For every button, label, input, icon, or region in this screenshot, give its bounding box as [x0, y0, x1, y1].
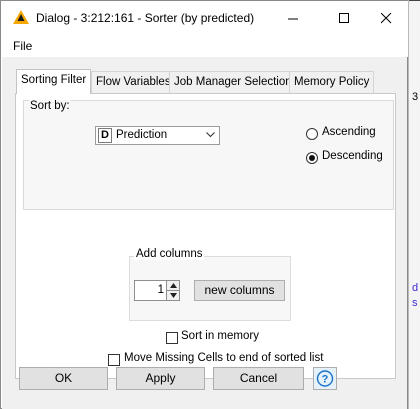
descending-label: Descending	[322, 150, 383, 162]
minimize-button[interactable]	[270, 1, 316, 35]
ascending-label: Ascending	[322, 126, 376, 138]
sort-column-value: Prediction	[116, 129, 168, 141]
knime-warning-icon	[13, 10, 29, 27]
background-text: 3	[412, 91, 419, 103]
maximize-button[interactable]	[321, 1, 367, 35]
ok-button[interactable]: OK	[19, 367, 108, 390]
move-missing-label: Move Missing Cells to end of sorted list	[124, 352, 324, 364]
menu-bar: File	[1, 35, 408, 57]
caret-down-icon	[170, 293, 177, 298]
background-link-text: s	[412, 297, 418, 309]
tab-panel-sorting-filter: Sort by: D Prediction Ascending Descendi…	[15, 93, 396, 379]
sort-by-group: Sort by: D Prediction Ascending Descendi…	[23, 100, 394, 210]
tab-memory-policy[interactable]: Memory Policy	[289, 71, 375, 93]
apply-button[interactable]: Apply	[116, 367, 205, 390]
help-icon: ?	[316, 370, 334, 387]
descending-radio[interactable]	[306, 152, 318, 164]
tab-job-manager-selection[interactable]: Job Manager Selection	[169, 71, 297, 93]
background-application	[408, 0, 420, 409]
menu-file[interactable]: File	[13, 39, 32, 53]
background-divider	[409, 0, 420, 1]
svg-text:?: ?	[322, 374, 329, 386]
cancel-button[interactable]: Cancel	[213, 367, 304, 390]
sort-column-select[interactable]: D Prediction	[95, 126, 220, 145]
dialog-window: Dialog - 3:212:161 - Sorter (by predicte…	[0, 0, 408, 409]
new-columns-button[interactable]: new columns	[194, 280, 285, 301]
help-button[interactable]: ?	[313, 367, 337, 390]
add-columns-title: Add columns	[134, 248, 205, 260]
move-missing-checkbox[interactable]	[108, 354, 120, 366]
sort-in-memory-checkbox[interactable]	[166, 332, 178, 344]
caret-up-icon	[170, 283, 177, 288]
title-bar[interactable]: Dialog - 3:212:161 - Sorter (by predicte…	[1, 1, 408, 35]
sort-in-memory-label: Sort in memory	[181, 330, 259, 342]
tab-sorting-filter[interactable]: Sorting Filter	[16, 69, 92, 94]
tab-flow-variables[interactable]: Flow Variables	[91, 71, 176, 93]
dialog-content: Sorting Filter Flow Variables Job Manage…	[2, 57, 407, 409]
double-type-badge: D	[98, 128, 112, 143]
sort-by-title: Sort by:	[29, 100, 71, 112]
window-title: Dialog - 3:212:161 - Sorter (by predicte…	[36, 11, 255, 25]
close-button[interactable]	[363, 1, 409, 35]
add-columns-count-input[interactable]: 1	[134, 280, 167, 301]
ascending-radio[interactable]	[306, 128, 318, 140]
background-link-text: d	[412, 282, 419, 294]
spinner-down-button[interactable]	[166, 290, 180, 301]
chevron-down-icon	[206, 132, 215, 138]
radio-selected-dot	[309, 155, 315, 161]
